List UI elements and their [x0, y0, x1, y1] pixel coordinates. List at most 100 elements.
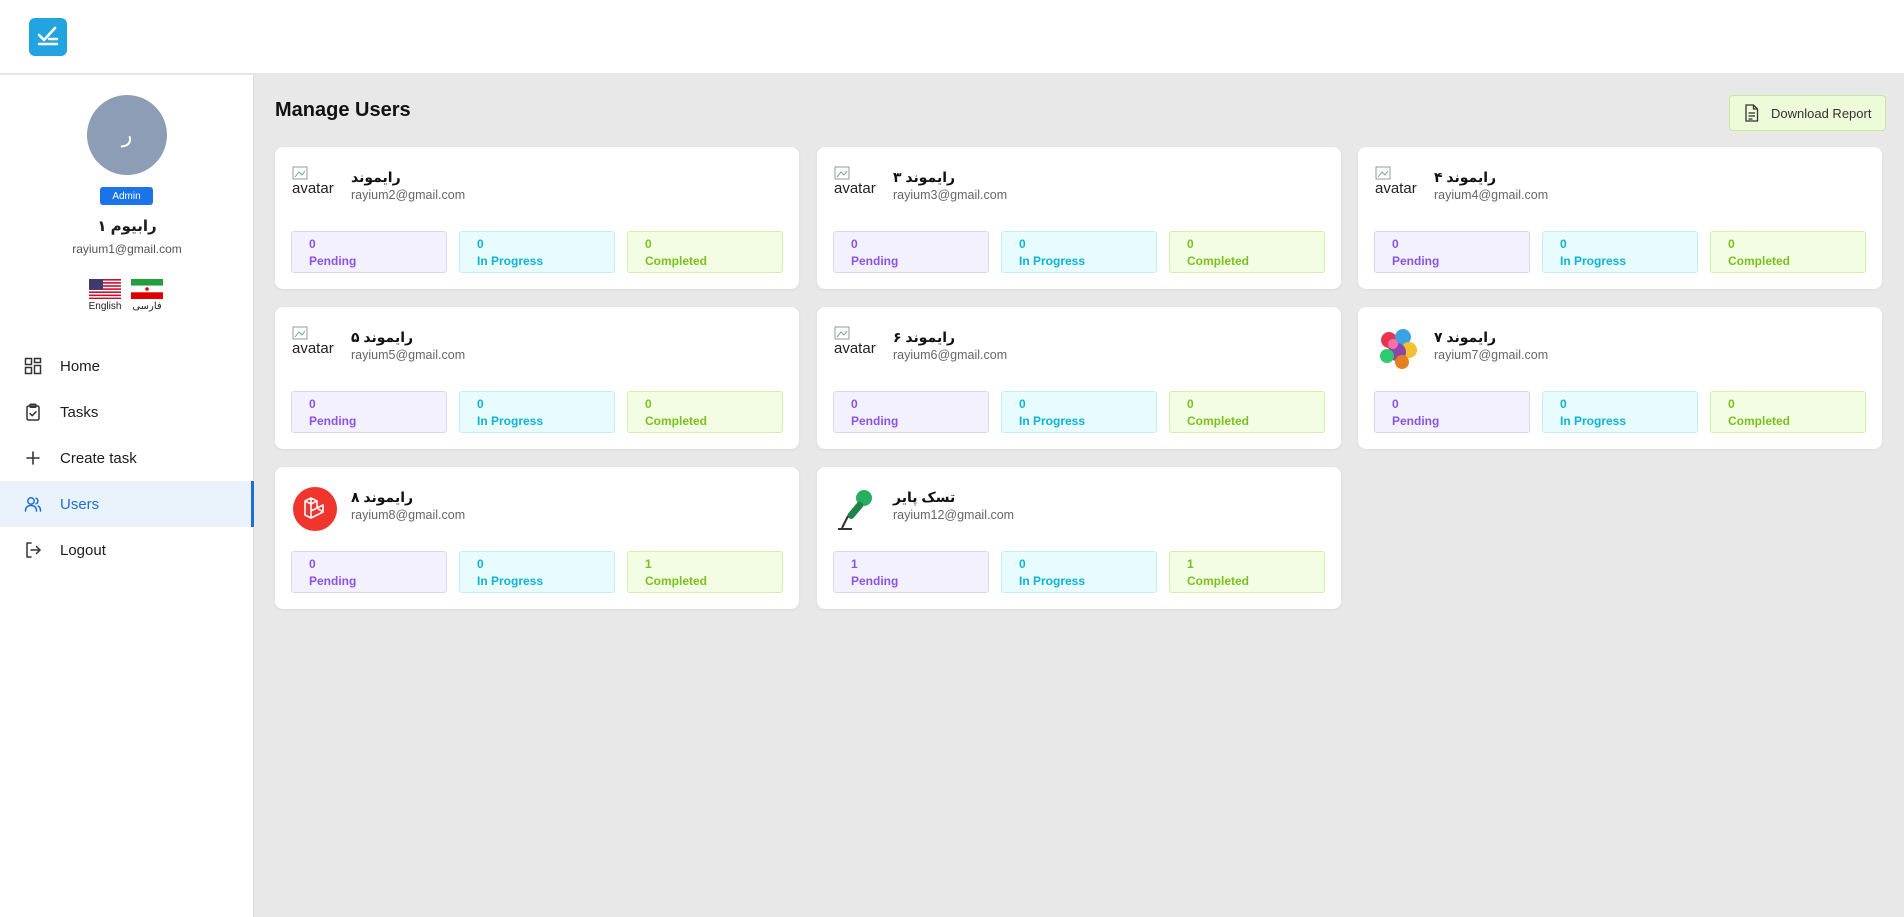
- completed-stat: 0 Completed: [627, 231, 783, 273]
- user-card[interactable]: avatar رایموند rayium2@gmail.com 0 Pending 0 I…: [275, 147, 799, 289]
- in-progress-stat: 0 In Progress: [459, 391, 615, 433]
- user-name: تسک پایر: [893, 489, 956, 505]
- broken-avatar-image: avatar: [834, 166, 876, 196]
- profile-avatar: ر: [87, 95, 167, 175]
- in-progress-count: 0: [1019, 397, 1026, 411]
- in-progress-label: In Progress: [477, 414, 544, 428]
- pending-label: Pending: [851, 254, 899, 268]
- user-email: rayium5@gmail.com: [351, 348, 466, 362]
- avatar-alt-text: avatar: [292, 340, 334, 357]
- pending-stat: 0 Pending: [291, 391, 447, 433]
- broken-avatar-image: avatar: [292, 326, 334, 356]
- user-card[interactable]: تسک پایر rayium12@gmail.com 1 Pending 0 In Pr…: [817, 467, 1341, 609]
- page-title: Manage Users: [275, 99, 411, 121]
- user-name: رایموند ۴: [1434, 169, 1497, 185]
- sidebar-nav: Home Tasks Create task Users Logout: [0, 343, 254, 573]
- nav-item-label: Users: [60, 495, 100, 513]
- nav-item-tasks[interactable]: Tasks: [0, 389, 254, 435]
- completed-count: 0: [645, 237, 652, 251]
- in-progress-count: 0: [477, 397, 484, 411]
- pending-stat: 0 Pending: [291, 231, 447, 273]
- pending-stat: 0 Pending: [1374, 391, 1530, 433]
- completed-count: 1: [1187, 557, 1194, 571]
- in-progress-stat: 0 In Progress: [1001, 231, 1157, 273]
- download-report-button[interactable]: Download Report: [1729, 95, 1886, 131]
- nav-item-home[interactable]: Home: [0, 343, 254, 389]
- user-card[interactable]: avatar رایموند ۵ rayium5@gmail.com 0 Pending…: [275, 307, 799, 449]
- us-flag-icon: [89, 279, 121, 299]
- nav-item-create-task[interactable]: Create task: [0, 435, 254, 481]
- user-card[interactable]: رایموند ۷ rayium7@gmail.com 0 Pending 0 In Pr…: [1358, 307, 1882, 449]
- user-card[interactable]: avatar رایموند ۶ rayium6@gmail.com 0 Pending…: [817, 307, 1341, 449]
- pending-label: Pending: [309, 414, 357, 428]
- in-progress-stat: 0 In Progress: [1001, 391, 1157, 433]
- app-logo-icon[interactable]: [29, 18, 67, 56]
- profile-email: rayium1@gmail.com: [72, 242, 182, 256]
- user-email: rayium2@gmail.com: [351, 188, 466, 202]
- completed-count: 0: [1187, 397, 1194, 411]
- in-progress-stat: 0 In Progress: [1001, 551, 1157, 593]
- pending-count: 0: [1392, 237, 1399, 251]
- avatar-alt-text: avatar: [1375, 180, 1417, 197]
- iran-flag-icon: [131, 279, 163, 299]
- nav-item-label: Create task: [60, 449, 137, 467]
- broken-image-icon: [834, 326, 850, 340]
- in-progress-label: In Progress: [1019, 254, 1086, 268]
- language-farsi[interactable]: فارسی: [125, 279, 169, 312]
- pending-stat: 0 Pending: [833, 391, 989, 433]
- pending-label: Pending: [309, 254, 357, 268]
- user-card[interactable]: رایموند ۸ rayium8@gmail.com 0 Pending 0 In Pr…: [275, 467, 799, 609]
- completed-label: Completed: [1728, 254, 1791, 268]
- completed-stat: 0 Completed: [1169, 391, 1325, 433]
- in-progress-stat: 0 In Progress: [459, 231, 615, 273]
- pending-count: 0: [1392, 397, 1399, 411]
- completed-stat: 0 Completed: [1710, 231, 1866, 273]
- document-icon: [1744, 104, 1759, 122]
- user-name: رایموند ۳: [893, 169, 956, 185]
- in-progress-label: In Progress: [1560, 414, 1627, 428]
- pending-label: Pending: [851, 414, 899, 428]
- completed-stat: 1 Completed: [1169, 551, 1325, 593]
- completed-label: Completed: [645, 414, 708, 428]
- completed-count: 0: [645, 397, 652, 411]
- in-progress-label: In Progress: [1019, 574, 1086, 588]
- user-email: rayium8@gmail.com: [351, 508, 466, 522]
- pending-stat: 1 Pending: [833, 551, 989, 593]
- broken-avatar-image: avatar: [834, 326, 876, 356]
- user-name: رایموند ۷: [1434, 329, 1497, 345]
- user-name: رایموند ۸: [351, 489, 414, 505]
- download-report-label: Download Report: [1771, 105, 1872, 121]
- broken-image-icon: [292, 326, 308, 340]
- user-email: rayium3@gmail.com: [893, 188, 1008, 202]
- user-email: rayium4@gmail.com: [1434, 188, 1549, 202]
- in-progress-stat: 0 In Progress: [1542, 231, 1698, 273]
- in-progress-label: In Progress: [1560, 254, 1627, 268]
- profile-name: رابیوم ۱: [97, 218, 157, 235]
- in-progress-label: In Progress: [477, 254, 544, 268]
- broken-avatar-image: avatar: [292, 166, 334, 196]
- broken-image-icon: [292, 166, 308, 180]
- in-progress-stat: 0 In Progress: [459, 551, 615, 593]
- pending-count: 0: [851, 397, 858, 411]
- completed-stat: 0 Completed: [1169, 231, 1325, 273]
- completed-label: Completed: [645, 254, 708, 268]
- broken-image-icon: [834, 166, 850, 180]
- in-progress-count: 0: [477, 237, 484, 251]
- user-avatar-image: [1375, 326, 1421, 372]
- user-avatar-image: [834, 486, 880, 532]
- sidebar: ر Admin رابیوم ۱ rayium1@gmail.com Engli…: [0, 75, 254, 917]
- pending-count: 1: [851, 557, 858, 571]
- user-name: رایموند ۶: [893, 329, 956, 345]
- nav-item-users[interactable]: Users: [0, 481, 254, 527]
- nav-item-label: Home: [60, 357, 101, 375]
- plus-icon: [24, 449, 42, 467]
- nav-item-logout[interactable]: Logout: [0, 527, 254, 573]
- pending-count: 0: [309, 397, 316, 411]
- user-card[interactable]: avatar رایموند ۳ rayium3@gmail.com 0 Pending…: [817, 147, 1341, 289]
- in-progress-count: 0: [1560, 397, 1567, 411]
- user-card[interactable]: avatar رایموند ۴ rayium4@gmail.com 0 Pending…: [1358, 147, 1882, 289]
- in-progress-count: 0: [1019, 557, 1026, 571]
- language-english[interactable]: English: [83, 279, 127, 312]
- completed-label: Completed: [1187, 254, 1250, 268]
- user-name: رایموند ۵: [351, 329, 414, 345]
